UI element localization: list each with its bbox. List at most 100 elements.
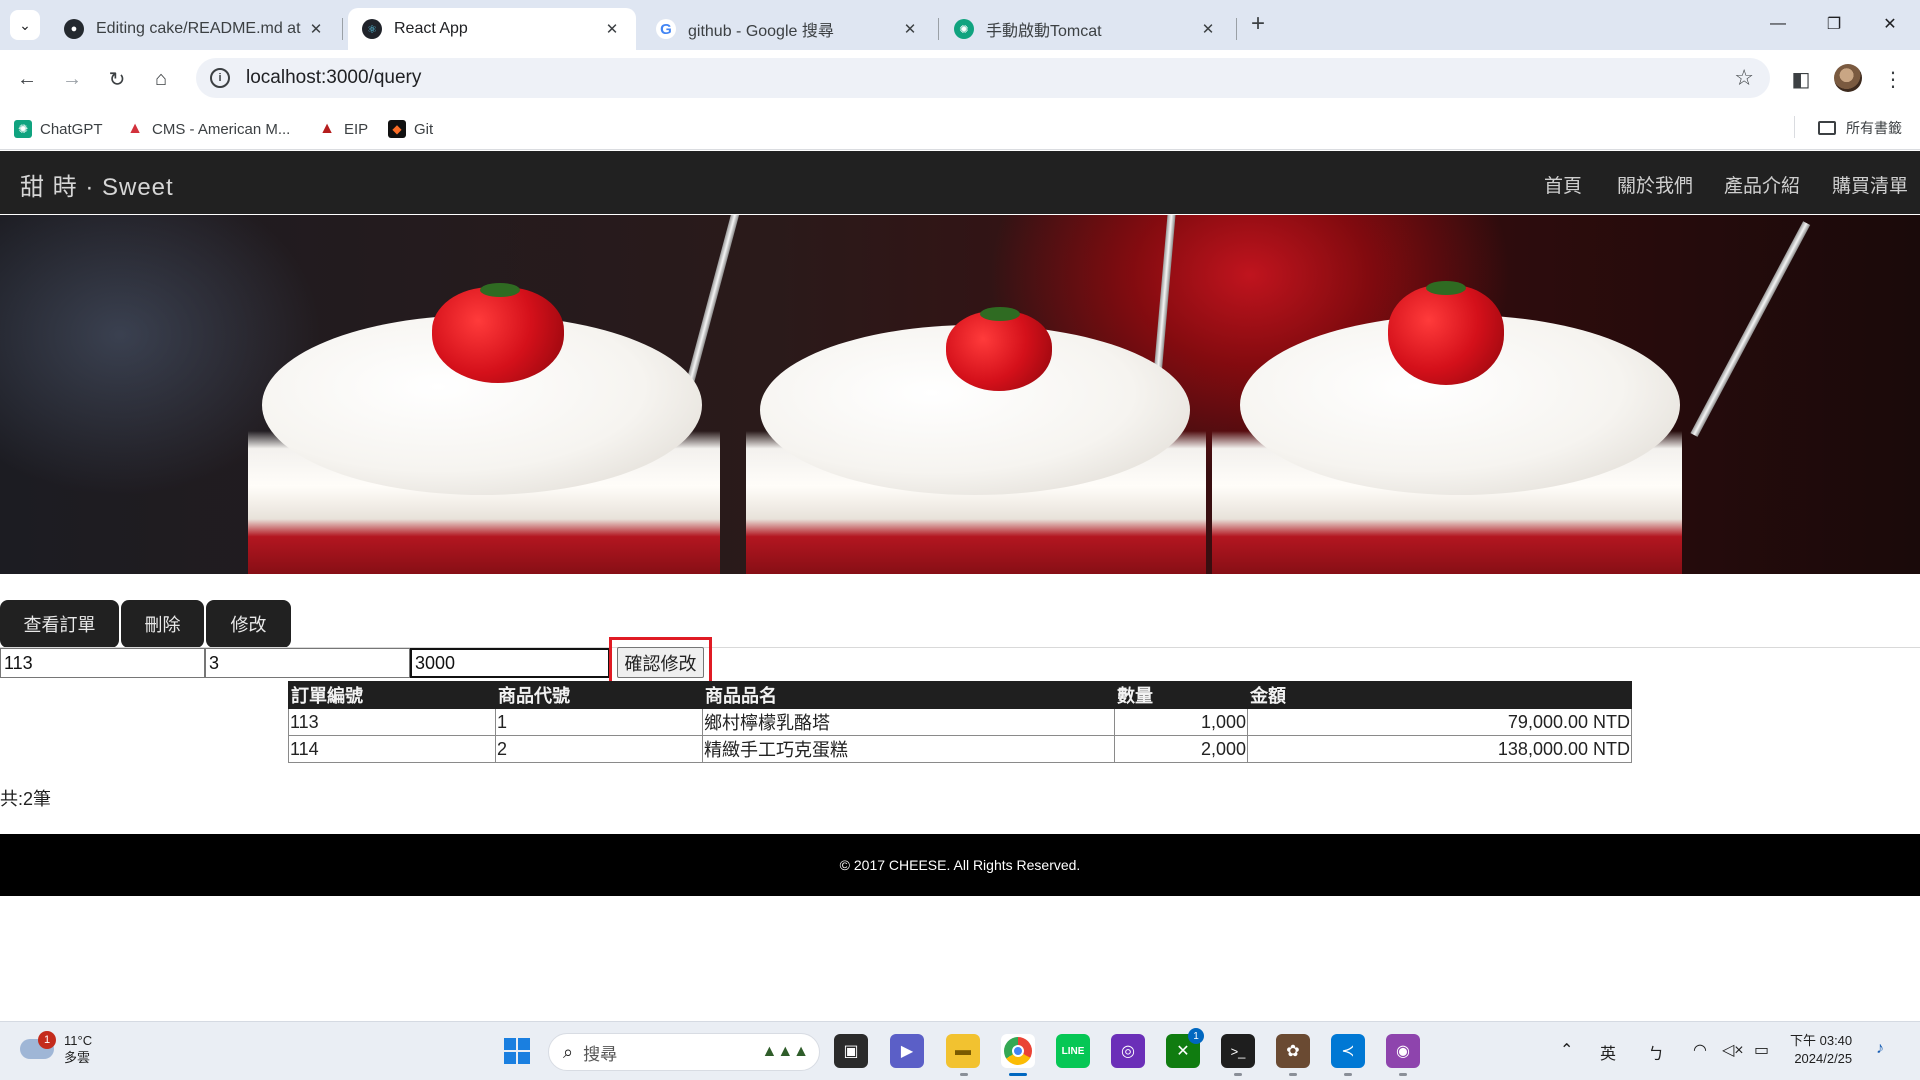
folder-icon	[1818, 121, 1836, 135]
running-indicator	[1234, 1073, 1242, 1076]
wifi-icon[interactable]: ◠	[1693, 1040, 1707, 1060]
product-name-cell: 精緻手工巧克蛋糕	[702, 735, 1115, 763]
order-id-input[interactable]	[0, 648, 205, 678]
podcast-icon[interactable]: ◎	[1111, 1034, 1145, 1068]
close-icon[interactable]: ✕	[900, 19, 920, 39]
product-code-input[interactable]	[205, 648, 410, 678]
task-view-icon[interactable]: ▣	[834, 1034, 868, 1068]
site-info-icon[interactable]: i	[210, 68, 230, 88]
running-indicator	[1289, 1073, 1297, 1076]
minimize-icon: —	[1770, 15, 1786, 32]
bookmark-git[interactable]: ◆ Git	[388, 118, 433, 140]
tab-tomcat[interactable]: ✺ 手動啟動Tomcat ✕	[940, 8, 1232, 50]
nav-about[interactable]: 關於我們	[1617, 171, 1693, 198]
bookmark-chatgpt[interactable]: ✺ ChatGPT	[14, 118, 103, 140]
column-header: 數量	[1114, 681, 1248, 709]
gitlab-icon: ◆	[388, 120, 406, 138]
system-clock[interactable]: 下午 03:40 2024/2/25	[1790, 1032, 1852, 1068]
side-panel-icon[interactable]: ◧	[1788, 66, 1814, 92]
home-button[interactable]: ⌂	[144, 62, 178, 96]
chevron-up-icon[interactable]: ⌃	[1560, 1040, 1573, 1060]
ime-language[interactable]: 英	[1600, 1040, 1616, 1064]
order-id-cell: 113	[288, 708, 496, 736]
start-button[interactable]	[500, 1034, 534, 1068]
url-text[interactable]: localhost:3000/query	[246, 67, 421, 89]
meet-icon[interactable]: ▶	[890, 1034, 924, 1068]
amount-input[interactable]	[410, 648, 610, 678]
eip-icon: ▲	[319, 120, 335, 137]
spoon-shape	[1690, 221, 1811, 437]
arrow-left-icon: ←	[17, 67, 37, 90]
bookmark-star-icon[interactable]: ☆	[1734, 65, 1754, 91]
new-tab-button[interactable]: +	[1244, 10, 1272, 38]
game-icon[interactable]: ✿	[1276, 1034, 1310, 1068]
column-header: 商品品名	[702, 681, 1115, 709]
minimize-button[interactable]: —	[1756, 6, 1800, 42]
edit-button[interactable]: 修改	[206, 600, 291, 648]
product-code-cell: 1	[495, 708, 703, 736]
restore-button[interactable]: ❐	[1812, 6, 1856, 42]
tab-github[interactable]: ● Editing cake/README.md at m ✕	[50, 8, 340, 50]
record-count: 共:2筆	[0, 789, 52, 809]
github-desktop-icon[interactable]: ◉	[1386, 1034, 1420, 1068]
terminal-icon[interactable]: >_	[1221, 1034, 1255, 1068]
all-bookmarks[interactable]: 所有書籤	[1818, 118, 1902, 138]
tab-search-button[interactable]: ⌄	[10, 10, 40, 40]
product-code-cell: 2	[495, 735, 703, 763]
ime-mode[interactable]: ㄅ	[1648, 1040, 1664, 1064]
table-header-row: 訂單編號 商品代號 商品品名 數量 金額	[288, 681, 1632, 709]
edit-form	[0, 648, 610, 678]
file-explorer-icon[interactable]: ▬	[946, 1034, 980, 1068]
notification-bell-icon[interactable]: ♪	[1876, 1040, 1884, 1058]
line-icon[interactable]: LINE	[1056, 1034, 1090, 1068]
xbox-icon[interactable]: ✕ 1	[1166, 1028, 1204, 1068]
strawberry-leaf	[1426, 281, 1466, 295]
nav-products[interactable]: 產品介紹	[1724, 171, 1800, 198]
menu-dots-icon[interactable]: ⋮	[1880, 66, 1906, 92]
close-icon[interactable]: ✕	[306, 19, 326, 39]
close-icon[interactable]: ✕	[1198, 19, 1218, 39]
tab-divider	[938, 18, 939, 40]
react-icon: ⚛	[362, 19, 382, 39]
bookmark-cms[interactable]: ▲ CMS - American M...	[126, 118, 290, 140]
close-window-button[interactable]: ✕	[1868, 6, 1912, 42]
chatgpt-icon: ✺	[954, 19, 974, 39]
site-brand[interactable]: 甜 時 · Sweet	[20, 167, 174, 202]
order-action-bar: 查看訂單 刪除 修改	[0, 600, 293, 648]
order-id-cell: 114	[288, 735, 496, 763]
volume-muted-icon[interactable]: ◁×	[1722, 1040, 1744, 1060]
product-name-cell: 鄉村檸檬乳酪塔	[702, 708, 1115, 736]
close-icon[interactable]: ✕	[602, 19, 622, 39]
table-row: 113 1 鄉村檸檬乳酪塔 1,000 79,000.00 NTD	[288, 708, 1632, 736]
view-orders-button[interactable]: 查看訂單	[0, 600, 119, 648]
vscode-icon[interactable]: ≺	[1331, 1034, 1365, 1068]
taskbar-search[interactable]: ⌕ 搜尋 ▲▲▲	[548, 1033, 820, 1071]
tab-react-app[interactable]: ⚛ React App ✕	[348, 8, 636, 50]
notification-badge: 1	[1188, 1028, 1204, 1044]
clock-date: 2024/2/25	[1794, 1051, 1853, 1066]
running-indicator	[1344, 1073, 1352, 1076]
windows-icon	[504, 1038, 530, 1064]
nav-home[interactable]: 首頁	[1544, 171, 1582, 198]
back-button[interactable]: ←	[10, 62, 44, 96]
reload-button[interactable]: ↻	[100, 62, 134, 96]
chrome-icon[interactable]	[1001, 1034, 1035, 1068]
running-indicator	[1399, 1073, 1407, 1076]
bookmark-eip[interactable]: ▲ EIP	[318, 118, 368, 140]
bookmarks-bar: ✺ ChatGPT ▲ CMS - American M... ▲ EIP ◆ …	[0, 108, 1920, 150]
chevron-down-icon: ⌄	[19, 16, 31, 33]
arrow-right-icon: →	[62, 67, 82, 90]
delete-button[interactable]: 刪除	[121, 600, 204, 648]
nav-cart[interactable]: 購買清單	[1832, 171, 1908, 198]
tab-google-search[interactable]: G github - Google 搜尋 ✕	[642, 8, 934, 50]
address-bar[interactable]: i localhost:3000/query ☆	[196, 58, 1770, 98]
battery-icon[interactable]: ▭	[1754, 1040, 1769, 1060]
confirm-edit-button[interactable]: 確認修改	[617, 647, 704, 678]
strawberry-leaf	[480, 283, 520, 297]
profile-avatar[interactable]	[1834, 64, 1862, 92]
hero-banner-image	[0, 215, 1920, 574]
forward-button[interactable]: →	[55, 62, 89, 96]
chatgpt-icon: ✺	[14, 120, 32, 138]
weather-widget[interactable]: 1 11°C 多雲	[20, 1031, 92, 1066]
amount-cell: 138,000.00 NTD	[1247, 735, 1632, 763]
